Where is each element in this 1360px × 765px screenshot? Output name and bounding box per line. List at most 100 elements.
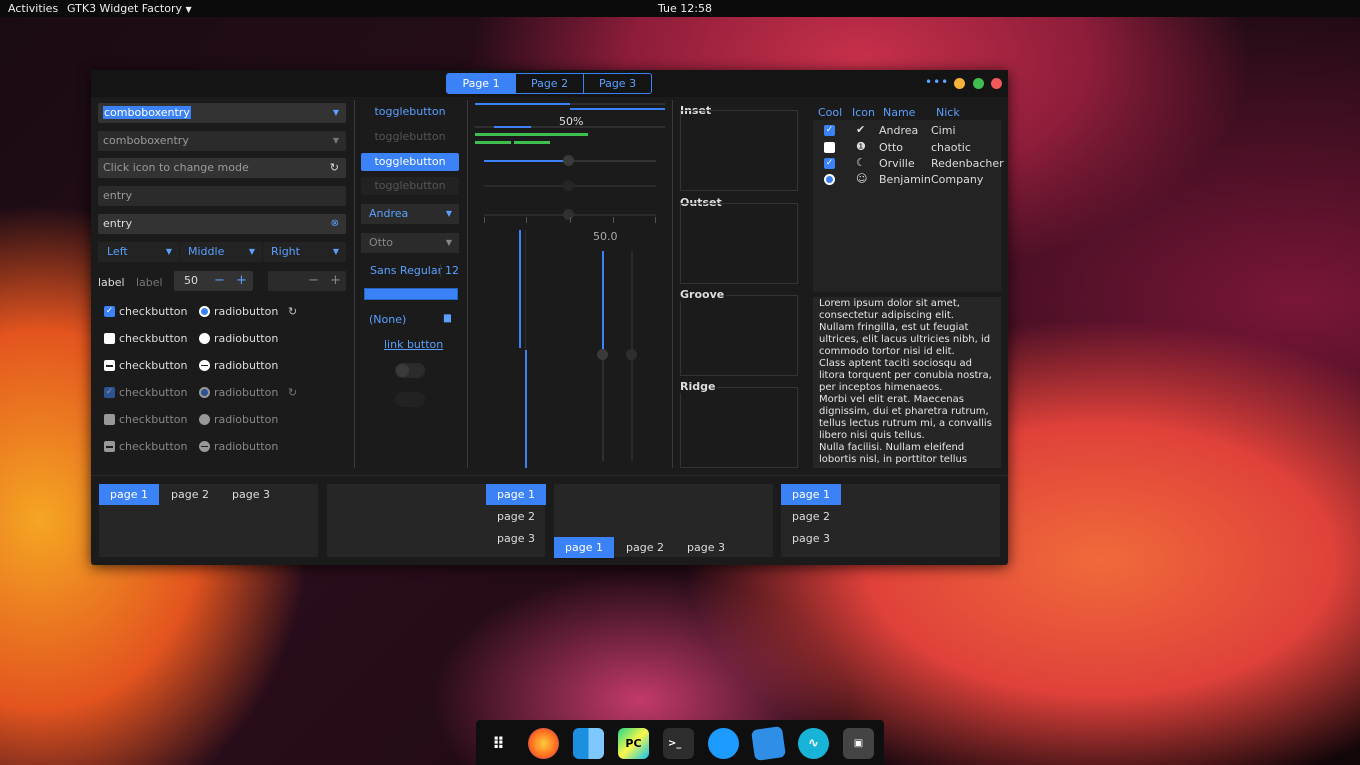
radio-mixed-disabled (199, 441, 210, 452)
stack-switcher: Page 1 Page 2 Page 3 (446, 73, 652, 94)
align-left-combo[interactable]: Left ▼ (98, 242, 179, 262)
tree-header-icon[interactable]: Icon (852, 106, 875, 119)
app-menu[interactable]: GTK3 Widget Factory ▼ (67, 2, 192, 15)
tree-row[interactable]: ❶ Otto chaotic (813, 139, 1001, 156)
notebook-tab-page-3[interactable]: page 3 (486, 528, 546, 549)
screen-icon[interactable]: ▣ (843, 728, 874, 759)
clock-icon[interactable] (708, 728, 739, 759)
mail-icon[interactable] (750, 725, 787, 762)
apps-grid-icon[interactable]: ⠿ (483, 728, 514, 759)
chevron-down-icon: ▼ (248, 247, 255, 256)
font-button[interactable]: Sans Regular 12 (370, 264, 459, 277)
notebook-tab-page-1[interactable]: page 1 (486, 484, 546, 505)
radio-label: radiobutton (214, 386, 279, 399)
text-line: dignissim, dui et pharetra rutrum, (819, 406, 989, 417)
togglebutton-3-active[interactable]: togglebutton (361, 153, 459, 171)
entry-with-clear[interactable]: entry ⊗ (98, 214, 346, 234)
frame-title-groove: Groove (680, 288, 727, 301)
chevron-down-icon[interactable]: ▼ (333, 103, 339, 123)
tree-row[interactable]: ☺ Benjamin Company (813, 171, 1001, 188)
notebook-tab-page-1[interactable]: page 1 (99, 484, 159, 505)
notebook-tab-page-2[interactable]: page 2 (615, 537, 675, 558)
radio-unchecked[interactable] (199, 333, 210, 344)
scale-knob-1[interactable] (563, 155, 574, 166)
color-button[interactable] (364, 288, 458, 300)
checkbox-checked[interactable]: ✓ (824, 158, 835, 169)
icon-entry[interactable]: Click icon to change mode ↻ (98, 158, 346, 178)
checkbox-unchecked[interactable] (104, 333, 115, 344)
plus-icon[interactable]: + (236, 271, 247, 291)
clock[interactable]: Tue 12:58 (658, 2, 712, 15)
notebook-tab-page-1[interactable]: page 1 (554, 537, 614, 558)
activities-button[interactable]: Activities (8, 2, 58, 15)
link-button[interactable]: link button (384, 338, 443, 351)
level-bar-2a (475, 141, 511, 144)
spin-button[interactable]: 50 − + (174, 271, 253, 291)
maximize-button[interactable] (973, 78, 984, 89)
spin-button-2[interactable]: − + (268, 271, 346, 291)
tree-header-cool[interactable]: Cool (818, 106, 842, 119)
close-button[interactable] (991, 78, 1002, 89)
face-icon: ☺ (856, 172, 868, 185)
checkbox-unchecked[interactable] (824, 142, 835, 153)
progress-pulse (494, 126, 531, 128)
notebook-tab-page-3[interactable]: page 3 (781, 528, 841, 549)
tree-nick: Company (931, 173, 984, 186)
checkbox-mixed[interactable] (104, 360, 115, 371)
radio-label: radiobutton (214, 440, 279, 453)
terminal-icon[interactable]: >_ (663, 728, 694, 759)
combo-andrea[interactable]: Andrea ▼ (361, 204, 459, 224)
notebook-tab-page-2[interactable]: page 2 (781, 506, 841, 527)
plus-icon[interactable]: + (330, 271, 341, 291)
align-left-label: Left (107, 245, 128, 258)
togglebutton-1[interactable]: togglebutton (361, 103, 459, 121)
pycharm-icon[interactable]: PC (618, 728, 649, 759)
checkbox-checked[interactable]: ✓ (824, 125, 835, 136)
clear-icon[interactable]: ⊗ (331, 214, 339, 234)
comboboxentry-1[interactable]: comboboxentry ▼ (98, 103, 346, 123)
align-middle-combo[interactable]: Middle ▼ (180, 242, 262, 262)
tree-header-nick[interactable]: Nick (936, 106, 960, 119)
entry-field[interactable]: entry (98, 186, 346, 206)
switch-off[interactable] (395, 363, 425, 378)
notebook-tab-page-3[interactable]: page 3 (676, 537, 736, 558)
tab-page-3[interactable]: Page 3 (583, 74, 651, 93)
separator (672, 100, 673, 468)
menu-dots-icon[interactable]: ••• (925, 75, 949, 89)
text-line: lobortis nisl, in porttitor tellus (819, 454, 968, 465)
firefox-icon[interactable] (528, 728, 559, 759)
minus-icon[interactable]: − (308, 271, 319, 291)
checkbox-checked[interactable]: ✓ (104, 306, 115, 317)
finder-icon[interactable] (573, 728, 604, 759)
align-right-combo[interactable]: Right ▼ (263, 242, 346, 262)
radio-checked[interactable] (199, 306, 210, 317)
tab-page-1[interactable]: Page 1 (447, 74, 515, 93)
audio-icon[interactable]: ∿ (798, 728, 829, 759)
tree-row[interactable]: ✓ ✔ Andrea Cimi (813, 122, 1001, 139)
tree-row[interactable]: ✓ ☾ Orville Redenbacher (813, 155, 1004, 172)
tree-header-name[interactable]: Name (883, 106, 915, 119)
notebook-tab-page-1[interactable]: page 1 (781, 484, 841, 505)
checkbox-label: checkbutton (119, 440, 188, 453)
notebook-tab-page-2[interactable]: page 2 (486, 506, 546, 527)
comboboxentry-2[interactable]: comboboxentry ▼ (98, 131, 346, 151)
radio-checked-disabled (199, 387, 210, 398)
minus-icon[interactable]: − (214, 271, 225, 291)
refresh-icon[interactable]: ↻ (330, 158, 339, 178)
radio-checked[interactable] (824, 174, 835, 185)
radio-unchecked-disabled (199, 414, 210, 425)
file-chooser-button[interactable]: (None) ▆ (369, 313, 451, 326)
dock: ⠿ PC >_ ∿ ▣ (476, 720, 884, 765)
vscale-knob-1[interactable] (597, 349, 608, 360)
text-view[interactable]: Lorem ipsum dolor sit amet, consectetur … (813, 297, 1001, 468)
progress-fill (475, 103, 570, 105)
minimize-button[interactable] (954, 78, 965, 89)
frame-groove (680, 295, 798, 376)
notebook-tab-page-2[interactable]: page 2 (160, 484, 220, 505)
chevron-down-icon[interactable]: ▼ (333, 131, 339, 151)
tab-page-2[interactable]: Page 2 (515, 74, 583, 93)
notebook-tab-page-3[interactable]: page 3 (221, 484, 281, 505)
combo-otto[interactable]: Otto ▼ (361, 233, 459, 253)
togglebutton-4: togglebutton (361, 177, 459, 195)
radio-mixed[interactable] (199, 360, 210, 371)
